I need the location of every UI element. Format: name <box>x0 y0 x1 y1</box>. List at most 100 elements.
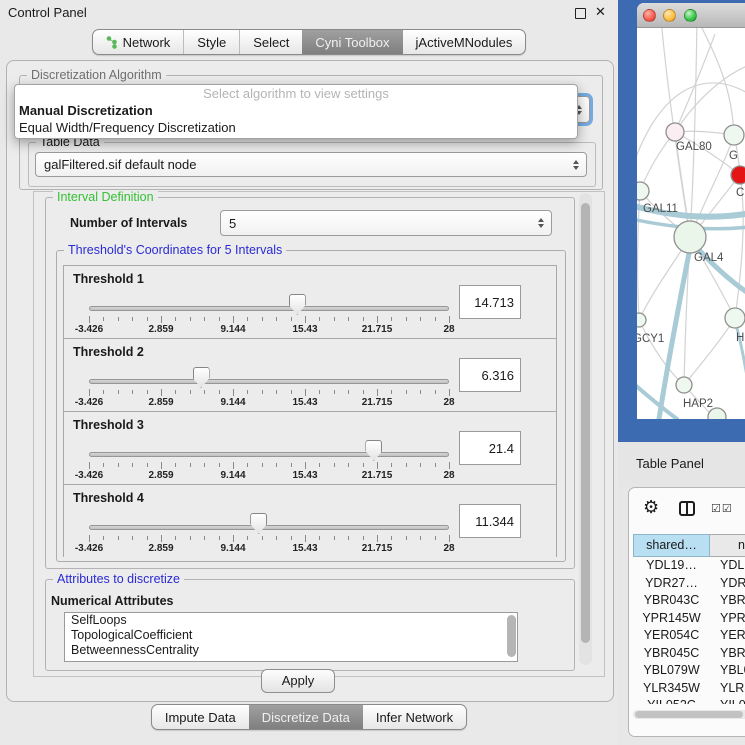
network-edge[interactable] <box>640 132 675 191</box>
tick-mark <box>147 390 148 394</box>
tab-select[interactable]: Select <box>239 30 302 54</box>
minimize-traffic-light-icon[interactable] <box>663 9 676 22</box>
network-node[interactable] <box>676 377 692 393</box>
table-hscrollbar-thumb[interactable] <box>635 711 743 718</box>
tab-style[interactable]: Style <box>183 30 239 54</box>
tick-mark <box>204 390 205 394</box>
network-edge[interactable] <box>639 320 684 385</box>
table-row[interactable]: YDL19…YDL1 <box>633 557 745 575</box>
tick-label: 21.715 <box>362 324 393 335</box>
panel-scrollbar-thumb[interactable] <box>581 203 590 643</box>
list-scrollbar-thumb[interactable] <box>507 615 516 657</box>
zoom-traffic-light-icon[interactable] <box>684 9 697 22</box>
tick-mark <box>147 536 148 540</box>
slider-tick-labels: -3.4262.8599.14415.4321.71528 <box>89 543 449 555</box>
combo-arrows-icon <box>538 218 544 228</box>
threshold-label: Threshold 1 <box>73 272 144 286</box>
slider-tick-labels: -3.4262.8599.14415.4321.71528 <box>89 324 449 336</box>
tick-mark <box>377 535 378 542</box>
threshold-slider[interactable]: -3.4262.8599.14415.4321.71528 <box>89 519 449 555</box>
network-node[interactable] <box>637 313 646 327</box>
table-row[interactable]: YIL052CYIL0 <box>633 697 745 704</box>
tick-mark <box>348 317 349 321</box>
tick-mark <box>406 317 407 321</box>
tick-label: 15.43 <box>292 543 317 554</box>
dropdown-option[interactable]: Equal Width/Frequency Discretization <box>15 119 577 136</box>
slider-thumb[interactable] <box>365 440 382 461</box>
tick-mark <box>377 316 378 323</box>
tab-jactivemnodules[interactable]: jActiveMNodules <box>403 30 526 54</box>
attribute-list-item[interactable]: TopologicalCoefficient <box>65 628 517 643</box>
bottom-tab-impute-data[interactable]: Impute Data <box>152 705 249 729</box>
network-edge[interactable] <box>690 28 697 237</box>
number-of-intervals-combobox[interactable]: 5 <box>220 210 552 236</box>
tick-mark <box>132 317 133 321</box>
network-node[interactable] <box>674 221 706 253</box>
tick-mark <box>420 390 421 394</box>
bottom-tab-infer-network[interactable]: Infer Network <box>363 705 466 729</box>
cell-shared-name: YER054C <box>633 627 710 645</box>
slider-track <box>89 306 449 311</box>
table-row[interactable]: YBL079WYBL0 <box>633 662 745 680</box>
tab-cyni-toolbox[interactable]: Cyni Toolbox <box>302 30 402 54</box>
table-row[interactable]: YBR043CYBR0 <box>633 592 745 610</box>
threshold-value-field[interactable]: 21.4 <box>459 431 521 465</box>
threshold-value-field[interactable]: 14.713 <box>459 285 521 319</box>
close-traffic-light-icon[interactable] <box>643 9 656 22</box>
cell-name: YIL0 <box>710 697 745 704</box>
checkboxes-icon[interactable]: ☑☑ <box>711 502 733 515</box>
tick-label: 28 <box>443 324 454 335</box>
threshold-slider[interactable]: -3.4262.8599.14415.4321.71528 <box>89 300 449 336</box>
network-edge[interactable] <box>684 318 735 385</box>
network-node[interactable] <box>725 308 745 328</box>
network-edge[interactable] <box>697 28 734 135</box>
tick-mark <box>262 536 263 540</box>
float-window-icon[interactable] <box>575 8 586 19</box>
threshold-slider[interactable]: -3.4262.8599.14415.4321.71528 <box>89 446 449 482</box>
close-icon[interactable]: ✕ <box>595 4 606 20</box>
numerical-attributes-list[interactable]: SelfLoopsTopologicalCoefficientBetweenne… <box>64 612 518 662</box>
table-data-combobox[interactable]: galFiltered.sif default node <box>35 152 587 177</box>
bottom-tab-discretize-data[interactable]: Discretize Data <box>249 705 363 729</box>
table-row[interactable]: YLR345WYLR3 <box>633 680 745 698</box>
slider-thumb[interactable] <box>193 367 210 388</box>
network-node[interactable] <box>724 125 744 145</box>
attributes-group-title: Attributes to discretize <box>53 572 184 586</box>
column-header-name[interactable]: na <box>710 534 745 557</box>
tick-mark <box>377 389 378 396</box>
dropdown-option[interactable]: Manual Discretization <box>15 102 577 119</box>
network-node[interactable] <box>637 182 649 200</box>
network-node-label: GCY1 <box>637 333 664 345</box>
table-row[interactable]: YER054CYER0 <box>633 627 745 645</box>
threshold-value-field[interactable]: 6.316 <box>459 358 521 392</box>
threshold-slider[interactable]: -3.4262.8599.14415.4321.71528 <box>89 373 449 409</box>
network-edge[interactable] <box>675 62 745 132</box>
slider-thumb[interactable] <box>289 294 306 315</box>
network-edge-highlighted[interactable] <box>637 376 677 419</box>
network-node[interactable] <box>666 123 684 141</box>
tab-network[interactable]: Network <box>93 30 184 54</box>
tick-mark <box>118 463 119 467</box>
thresholds-group-title: Threshold's Coordinates for 5 Intervals <box>64 243 286 257</box>
tick-mark <box>175 390 176 394</box>
slider-tick-labels: -3.4262.8599.14415.4321.71528 <box>89 397 449 409</box>
tick-mark <box>305 316 306 323</box>
network-canvas[interactable]: GAL80GCGAL11GAL4GCY1HHAP2 <box>637 28 745 419</box>
columns-icon[interactable] <box>679 501 695 516</box>
slider-thumb[interactable] <box>250 513 267 534</box>
gear-icon[interactable]: ⚙ <box>643 497 659 518</box>
table-row[interactable]: YBR045CYBR0 <box>633 645 745 663</box>
attribute-list-item[interactable]: SelfLoops <box>65 613 517 628</box>
table-hscrollbar-track[interactable] <box>633 710 745 719</box>
apply-button[interactable]: Apply <box>261 669 335 693</box>
attribute-list-item[interactable]: BetweennessCentrality <box>65 643 517 658</box>
tick-mark <box>190 463 191 467</box>
table-row[interactable]: YPR145WYPR1 <box>633 610 745 628</box>
threshold-value-field[interactable]: 11.344 <box>459 504 521 538</box>
tick-mark <box>319 317 320 321</box>
tick-mark <box>89 389 90 396</box>
column-header-shared-name[interactable]: shared… <box>633 534 710 557</box>
panel-scrollbar-track[interactable] <box>579 193 592 665</box>
network-node[interactable] <box>731 166 745 184</box>
table-row[interactable]: YDR27…YDR2 <box>633 575 745 593</box>
